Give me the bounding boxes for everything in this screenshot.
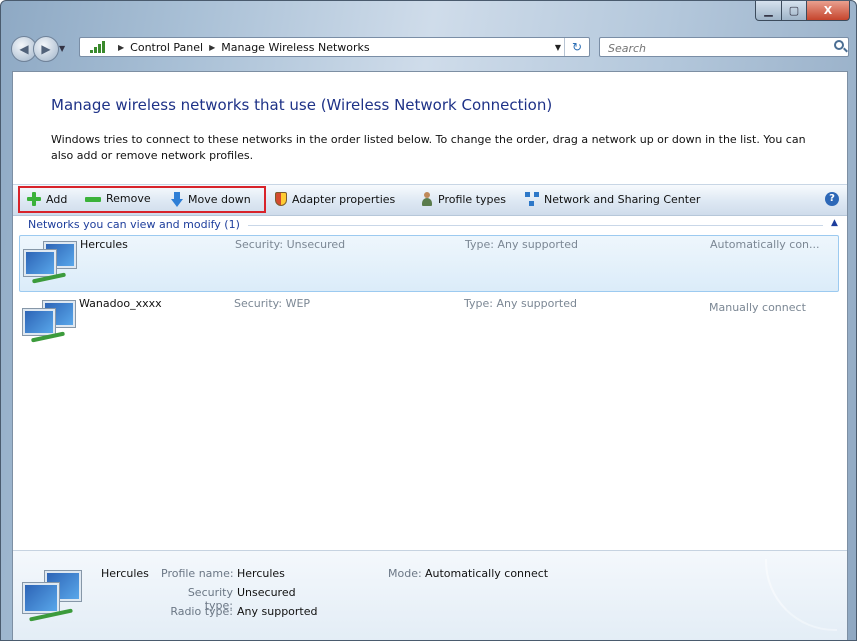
content-pane: Manage wireless networks that use (Wirel… xyxy=(12,71,848,640)
maximize-button[interactable]: ▢ xyxy=(782,1,807,21)
group-divider xyxy=(248,225,823,226)
remove-icon xyxy=(85,197,101,202)
remove-label: Remove xyxy=(106,192,151,205)
add-label: Add xyxy=(46,192,68,206)
network-type: Type: Any supported xyxy=(464,297,577,310)
network-mode: Manually connect xyxy=(709,301,806,314)
explorer-window: ▁ ▢ X ◀ ▶ ▼ ▶ Control Panel ▶ Manage Wir… xyxy=(0,0,857,641)
navigation-bar: ◀ ▶ ▼ ▶ Control Panel ▶ Manage Wireless … xyxy=(11,35,849,62)
decorative-sheen xyxy=(765,559,837,631)
breadcrumb-manage-wireless-networks[interactable]: Manage Wireless Networks xyxy=(221,41,369,54)
network-security: Security: WEP xyxy=(234,297,311,310)
search-box[interactable] xyxy=(599,37,849,57)
down-arrow-icon xyxy=(171,192,183,207)
move-down-button[interactable]: Move down xyxy=(171,192,251,207)
network-group-header[interactable]: Networks you can view and modify (1) xyxy=(28,218,240,231)
user-icon xyxy=(421,192,433,206)
network-security: Security: Unsecured xyxy=(235,238,346,251)
back-arrow-icon: ◀ xyxy=(19,42,29,56)
address-bar[interactable]: ▶ Control Panel ▶ Manage Wireless Networ… xyxy=(79,37,590,57)
details-network-name: Hercules xyxy=(101,567,149,580)
refresh-icon: ↻ xyxy=(571,40,583,54)
security-type-value: Unsecured xyxy=(237,586,296,599)
close-button[interactable]: X xyxy=(807,1,850,21)
mode-label: Mode: xyxy=(388,567,422,580)
adapter-properties-button[interactable]: Adapter properties xyxy=(275,192,395,206)
network-mode: Automatically con... xyxy=(710,238,820,251)
minimize-button[interactable]: ▁ xyxy=(755,1,782,21)
wireless-computers-icon xyxy=(22,242,78,286)
network-row[interactable]: Hercules Security: Unsecured Type: Any s… xyxy=(19,235,839,292)
adapter-properties-label: Adapter properties xyxy=(292,192,396,206)
caption-buttons: ▁ ▢ X xyxy=(755,1,850,21)
forward-arrow-icon: ▶ xyxy=(41,42,51,56)
network-name: Hercules xyxy=(80,238,128,251)
wireless-signal-icon xyxy=(90,41,106,53)
breadcrumb-separator-icon[interactable]: ▶ xyxy=(209,43,215,52)
breadcrumb-control-panel[interactable]: Control Panel xyxy=(130,41,203,54)
mode-value: Automatically connect xyxy=(425,567,549,580)
page-title: Manage wireless networks that use (Wirel… xyxy=(51,96,553,114)
remove-button[interactable]: Remove xyxy=(85,192,151,205)
radio-type-label: Radio type: xyxy=(170,605,233,618)
help-icon[interactable]: ? xyxy=(825,192,839,206)
refresh-button[interactable]: ↻ xyxy=(564,38,589,56)
wireless-computers-icon xyxy=(19,571,81,622)
network-row[interactable]: Wanadoo_xxxx Security: WEP Type: Any sup… xyxy=(19,295,839,352)
network-sharing-center-button[interactable]: Network and Sharing Center xyxy=(525,192,700,206)
forward-button[interactable]: ▶ xyxy=(33,36,59,62)
profile-types-label: Profile types xyxy=(438,192,507,206)
search-input[interactable] xyxy=(606,39,810,57)
network-icon xyxy=(525,192,539,206)
address-dropdown-icon[interactable]: ▼ xyxy=(555,43,561,52)
add-icon xyxy=(27,192,41,206)
details-pane: Hercules Profile name: Hercules Security… xyxy=(13,550,847,640)
collapse-chevron-icon[interactable]: ▲ xyxy=(831,218,838,228)
breadcrumb-separator-icon[interactable]: ▶ xyxy=(118,43,124,52)
move-down-label: Move down xyxy=(188,193,251,206)
network-sharing-center-label: Network and Sharing Center xyxy=(544,192,701,206)
add-button[interactable]: Add xyxy=(27,192,67,206)
profile-types-button[interactable]: Profile types xyxy=(421,192,506,206)
network-type: Type: Any supported xyxy=(465,238,578,251)
network-name: Wanadoo_xxxx xyxy=(79,297,162,310)
search-icon[interactable] xyxy=(834,40,844,50)
wireless-computers-icon xyxy=(21,301,77,345)
profile-name-label: Profile name: xyxy=(161,567,234,580)
radio-type-value: Any supported xyxy=(237,605,318,618)
command-toolbar: Add Remove Move down Adapter properties … xyxy=(13,184,847,216)
profile-name-value: Hercules xyxy=(237,567,285,580)
shield-icon xyxy=(275,192,287,206)
recent-pages-dropdown[interactable]: ▼ xyxy=(59,44,65,53)
page-description: Windows tries to connect to these networ… xyxy=(51,133,806,162)
